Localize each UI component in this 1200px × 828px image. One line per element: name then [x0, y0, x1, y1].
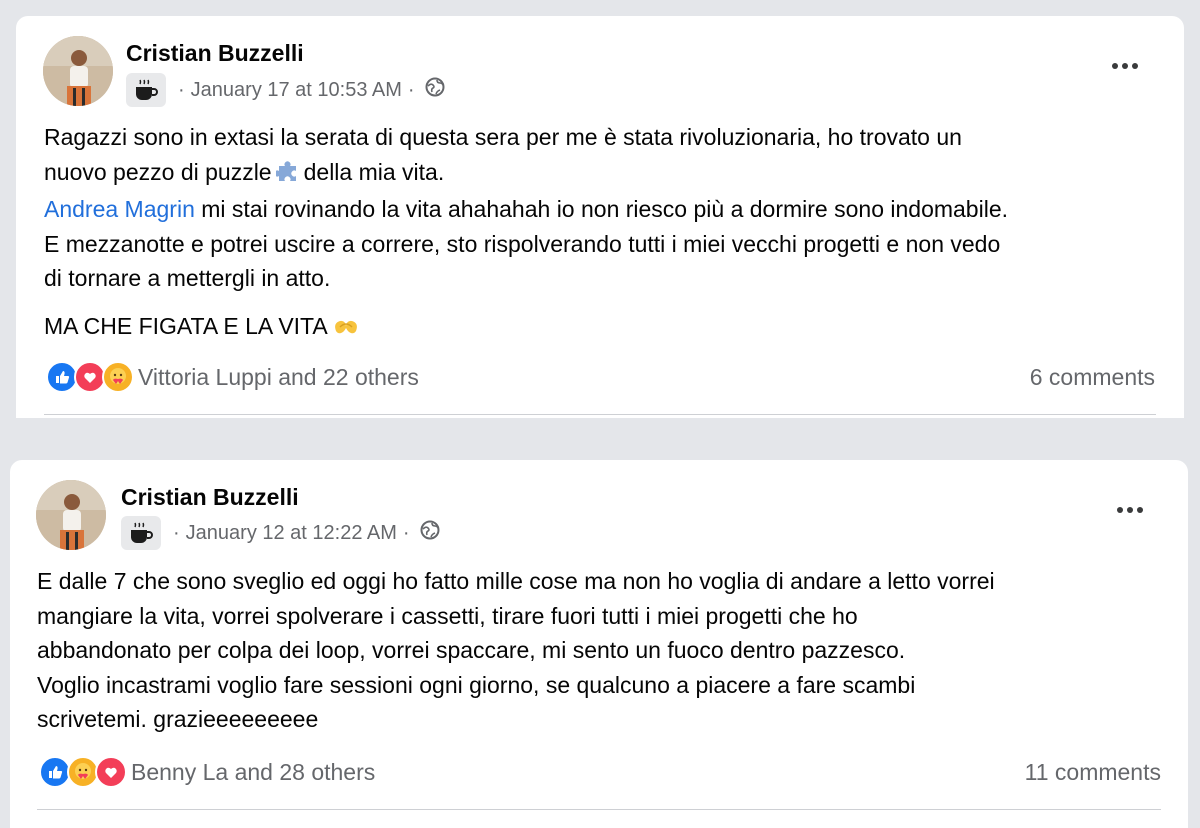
- post-text-line: abbandonato per colpa dei loop, vorrei s…: [37, 637, 906, 663]
- post-text-line: scrivetemi. grazieeeeeeeee: [37, 706, 319, 732]
- meta-separator: ·: [402, 521, 410, 544]
- globe-icon[interactable]: [420, 520, 440, 546]
- reactions-summary[interactable]: Vittoria Luppi and 22 others: [46, 361, 419, 393]
- post-text-line: MA CHE FIGATA E LA VITA: [44, 309, 1008, 347]
- post-card: Cristian Buzzelli · January 12 at 12:22 …: [10, 460, 1188, 828]
- post-body: Ragazzi sono in extasi la serata di ques…: [44, 120, 1008, 346]
- avatar[interactable]: [36, 480, 106, 550]
- post-timestamp[interactable]: January 12 at 12:22 AM: [186, 522, 397, 545]
- more-options-icon[interactable]: [1110, 498, 1150, 522]
- comments-count[interactable]: 11 comments: [1025, 759, 1161, 786]
- puzzle-icon: [273, 158, 300, 193]
- post-meta: · January 12 at 12:22 AM ·: [121, 516, 440, 550]
- divider: [37, 809, 1161, 810]
- post-meta: · January 17 at 10:53 AM ·: [126, 73, 445, 107]
- meta-separator: ·: [178, 78, 185, 101]
- reaction-names[interactable]: Vittoria Luppi and 22 others: [138, 364, 419, 391]
- post-text-line: nuovo pezzo di puzzle della mia vita.: [44, 155, 1008, 193]
- post-body: E dalle 7 che sono sveglio ed oggi ho fa…: [37, 564, 995, 737]
- post-timestamp[interactable]: January 17 at 10:53 AM: [191, 79, 402, 102]
- divider: [44, 414, 1156, 415]
- more-options-icon[interactable]: [1105, 54, 1145, 78]
- care-icon: [102, 361, 134, 393]
- post-text-line: E mezzanotte e potrei uscire a correre, …: [44, 230, 1001, 257]
- author-name[interactable]: Cristian Buzzelli: [126, 40, 304, 67]
- heart-hands-icon: [332, 312, 360, 347]
- meta-separator: ·: [173, 521, 180, 544]
- mention-link[interactable]: Andrea Magrin: [44, 196, 195, 222]
- post-text-line: Voglio incastrami voglio fare sessioni o…: [37, 671, 916, 698]
- post-text-line: Andrea Magrin mi stai rovinando la vita …: [44, 196, 1009, 222]
- meta-separator: ·: [407, 78, 415, 101]
- post-text-line: mangiare la vita, vorrei spolverare i ca…: [37, 602, 858, 629]
- post-card: Cristian Buzzelli · January 17 at 10:53 …: [16, 16, 1184, 418]
- reactions-summary[interactable]: Benny La and 28 others: [39, 756, 375, 788]
- love-icon: [95, 756, 127, 788]
- reaction-names[interactable]: Benny La and 28 others: [131, 759, 375, 786]
- comments-count[interactable]: 6 comments: [1030, 364, 1155, 391]
- coffee-icon[interactable]: [126, 73, 166, 107]
- post-text-line: Ragazzi sono in extasi la serata di ques…: [44, 124, 962, 150]
- post-text-line: E dalle 7 che sono sveglio ed oggi ho fa…: [37, 568, 995, 594]
- author-name[interactable]: Cristian Buzzelli: [121, 484, 299, 511]
- coffee-icon[interactable]: [121, 516, 161, 550]
- avatar[interactable]: [43, 36, 113, 106]
- globe-icon[interactable]: [425, 77, 445, 103]
- post-text-line: di tornare a mettergli in atto.: [44, 265, 331, 291]
